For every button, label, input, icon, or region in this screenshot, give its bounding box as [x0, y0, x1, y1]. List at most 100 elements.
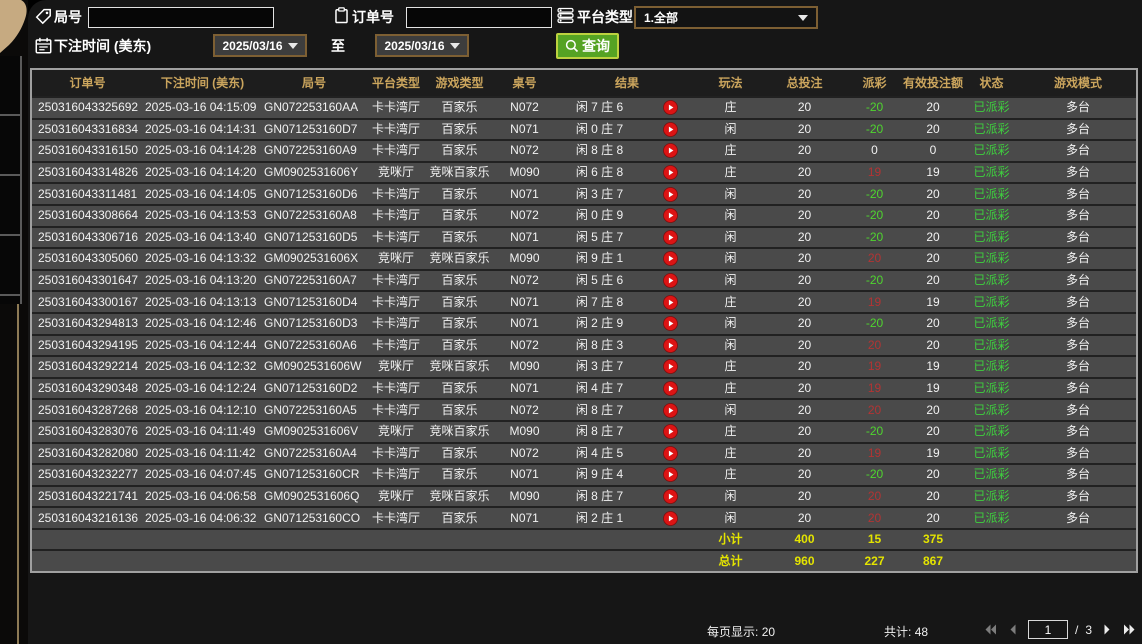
round-id: GN071253160CR [262, 464, 366, 485]
order-id: 250316043325692 [32, 97, 143, 118]
table-number: N072 [493, 97, 556, 118]
order-input[interactable] [406, 7, 552, 28]
play-video-button[interactable] [663, 165, 679, 181]
table-row: 2503160433114812025-03-16 04:14:05GN0712… [32, 182, 1136, 204]
page-divider: / [1075, 623, 1078, 637]
valid-bet: 20 [903, 508, 963, 529]
platform-type: 卡卡湾厅 [366, 378, 426, 399]
bet-play-type: 闲 [698, 270, 763, 291]
play-video-button[interactable] [663, 445, 679, 461]
header-game-type: 游戏类型 [426, 73, 493, 94]
last-page-button[interactable] [1122, 622, 1138, 638]
play-video-button[interactable] [663, 251, 679, 267]
next-page-icon [1101, 623, 1113, 636]
date-to-value: 2025/03/16 [384, 39, 444, 53]
status: 已派彩 [963, 421, 1020, 442]
total-label: 总计 [698, 551, 763, 572]
play-video-button[interactable] [663, 424, 679, 440]
game-mode: 多台 [1020, 227, 1136, 248]
play-video-button[interactable] [663, 316, 679, 332]
round-input[interactable] [88, 7, 274, 28]
round-id: GN072253160A4 [262, 443, 366, 464]
table-row: 2503160432922142025-03-16 04:12:32GM0902… [32, 355, 1136, 377]
play-video-button[interactable] [663, 186, 679, 202]
game-mode: 多台 [1020, 400, 1136, 421]
platform-type: 卡卡湾厅 [366, 270, 426, 291]
table-number: N071 [493, 378, 556, 399]
order-id: 250316043283076 [32, 421, 143, 442]
order-id: 250316043311481 [32, 184, 143, 205]
bet-time: 2025-03-16 04:13:40 [143, 227, 262, 248]
platform-select[interactable]: 1.全部 [634, 6, 818, 29]
date-to-select[interactable]: 2025/03/16 [375, 34, 469, 57]
table-number: N071 [493, 227, 556, 248]
game-mode: 多台 [1020, 486, 1136, 507]
filter-bar: 局号 订单号 平台类型 1.全部 [28, 0, 1142, 66]
total-bet: 20 [763, 162, 846, 183]
header-platform-type: 平台类型 [366, 73, 426, 94]
play-video-button[interactable] [663, 510, 679, 526]
valid-bet: 19 [903, 378, 963, 399]
total-payout: 227 [846, 551, 903, 572]
payout: 20 [846, 248, 903, 269]
header-total-bet: 总投注 [763, 73, 846, 94]
result: 闲 9 庄 1 [556, 248, 643, 269]
payout: -20 [846, 421, 903, 442]
play-icon [663, 338, 678, 353]
total-bet: 20 [763, 292, 846, 313]
game-mode: 多台 [1020, 335, 1136, 356]
game-mode: 多台 [1020, 421, 1136, 442]
play-video-button[interactable] [663, 359, 679, 375]
round-id: GN071253160D5 [262, 227, 366, 248]
result: 闲 7 庄 6 [556, 97, 643, 118]
platform-type: 竞咪厅 [366, 421, 426, 442]
play-video-button[interactable] [663, 488, 679, 504]
bet-play-type: 庄 [698, 464, 763, 485]
first-page-button[interactable] [982, 622, 998, 638]
play-video-button[interactable] [663, 143, 679, 159]
payout: 20 [846, 508, 903, 529]
play-video-button[interactable] [663, 229, 679, 245]
play-video-button[interactable] [663, 100, 679, 116]
game-mode: 多台 [1020, 248, 1136, 269]
total-bet: 20 [763, 486, 846, 507]
play-video-button[interactable] [663, 381, 679, 397]
total-pages: 3 [1085, 623, 1092, 637]
valid-bet: 20 [903, 421, 963, 442]
game-type: 竞咪百家乐 [426, 162, 493, 183]
page-number-input[interactable] [1028, 620, 1068, 639]
play-video-button[interactable] [663, 121, 679, 137]
bet-play-type: 庄 [698, 162, 763, 183]
table-row: 2503160433067162025-03-16 04:13:40GN0712… [32, 226, 1136, 248]
play-video-button[interactable] [663, 402, 679, 418]
payout: -20 [846, 97, 903, 118]
order-id: 250316043294813 [32, 313, 143, 334]
play-icon [663, 230, 678, 245]
bet-time: 2025-03-16 04:13:53 [143, 205, 262, 226]
previous-page-button[interactable] [1005, 622, 1021, 638]
round-id: GN071253160CO [262, 508, 366, 529]
bet-play-type: 闲 [698, 205, 763, 226]
header-table-number: 桌号 [493, 73, 556, 94]
game-type: 百家乐 [426, 140, 493, 161]
bet-time: 2025-03-16 04:12:24 [143, 378, 262, 399]
header-valid-bet: 有效投注额 [903, 73, 963, 94]
bet-time: 2025-03-16 04:15:09 [143, 97, 262, 118]
result: 闲 8 庄 7 [556, 421, 643, 442]
play-video-button[interactable] [663, 294, 679, 310]
platform-type: 卡卡湾厅 [366, 443, 426, 464]
play-icon [663, 446, 678, 461]
table-row: 2503160433148262025-03-16 04:14:20GM0902… [32, 161, 1136, 183]
payout: -20 [846, 184, 903, 205]
next-page-button[interactable] [1099, 622, 1115, 638]
play-icon [663, 100, 678, 115]
result: 闲 7 庄 8 [556, 292, 643, 313]
play-icon [663, 273, 678, 288]
play-video-button[interactable] [663, 273, 679, 289]
play-video-button[interactable] [663, 467, 679, 483]
play-video-button[interactable] [663, 208, 679, 224]
query-button[interactable]: 查询 [556, 33, 619, 59]
table-row: 2503160432161362025-03-16 04:06:32GN0712… [32, 506, 1136, 528]
date-from-select[interactable]: 2025/03/16 [213, 34, 307, 57]
play-video-button[interactable] [663, 337, 679, 353]
